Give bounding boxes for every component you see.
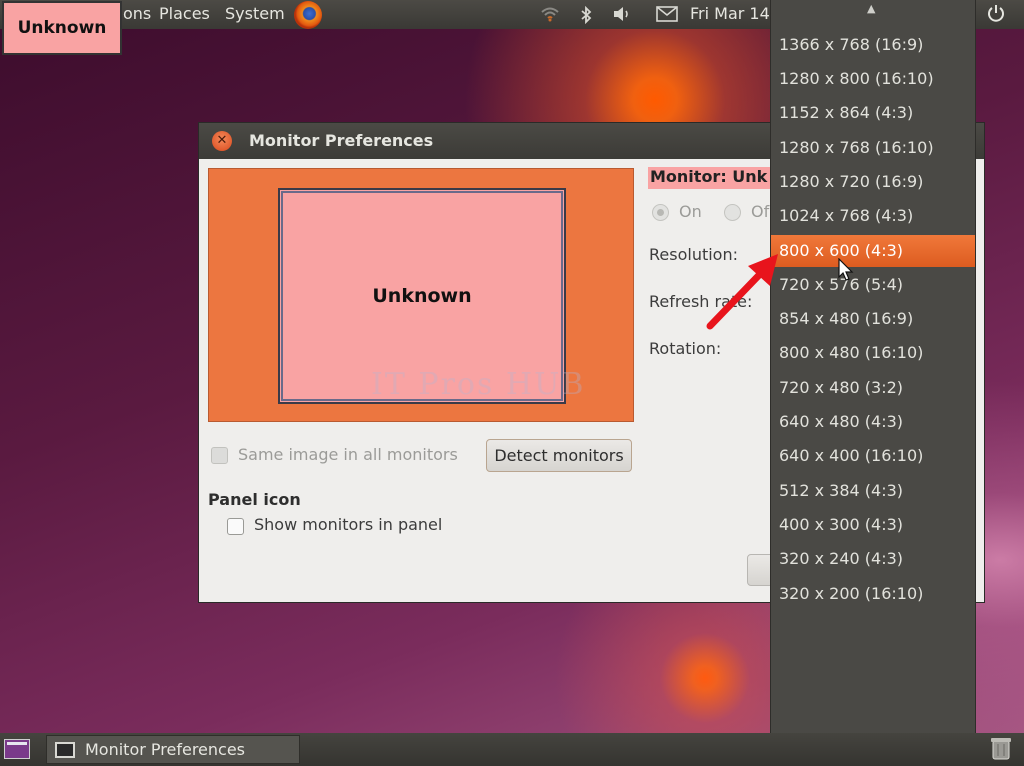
bluetooth-icon[interactable] (580, 5, 592, 28)
resolution-option[interactable]: 720 x 480 (3:2) (771, 372, 975, 404)
menu-applications[interactable]: ons (123, 4, 151, 23)
same-image-label: Same image in all monitors (238, 445, 458, 464)
window-title: Monitor Preferences (249, 131, 434, 150)
resolution-option[interactable]: 320 x 240 (4:3) (771, 543, 975, 575)
resolution-option[interactable]: 320 x 200 (16:10) (771, 578, 975, 610)
resolution-option[interactable]: 640 x 400 (16:10) (771, 440, 975, 472)
bottom-panel: Monitor Preferences (0, 733, 1024, 766)
resolution-option[interactable]: 1280 x 720 (16:9) (771, 166, 975, 198)
monitor-preview-label: Unknown (372, 285, 472, 307)
same-image-checkbox[interactable] (211, 447, 228, 464)
resolution-option[interactable]: 720 x 576 (5:4) (771, 269, 975, 301)
radio-on-label: On (679, 202, 702, 221)
panel-icon-heading: Panel icon (208, 490, 301, 509)
detect-monitors-button[interactable]: Detect monitors (486, 439, 632, 472)
resolution-option[interactable]: 1152 x 864 (4:3) (771, 97, 975, 129)
rotation-label: Rotation: (649, 339, 722, 358)
monitor-name-label: Monitor: Unk (648, 167, 778, 189)
resolution-dropdown-list[interactable]: ▲ 1366 x 768 (16:9) 1280 x 800 (16:10) 1… (770, 0, 976, 766)
radio-off-label: Of (751, 202, 770, 221)
taskbar-item-monitor-preferences[interactable]: Monitor Preferences (46, 735, 300, 764)
scroll-up-icon[interactable]: ▲ (867, 2, 875, 15)
watermark-logo: IT Pros HUB (371, 367, 586, 402)
resolution-option[interactable]: 640 x 480 (4:3) (771, 406, 975, 438)
annotation-arrow-icon (706, 254, 778, 330)
resolution-option[interactable]: 1280 x 800 (16:10) (771, 63, 975, 95)
radio-on[interactable] (652, 204, 669, 221)
show-desktop-icon[interactable] (4, 739, 30, 759)
resolution-option[interactable]: 400 x 300 (4:3) (771, 509, 975, 541)
resolution-option[interactable]: 1366 x 768 (16:9) (771, 29, 975, 61)
volume-icon[interactable] (612, 6, 632, 26)
firefox-icon[interactable] (294, 1, 322, 29)
mail-icon[interactable] (656, 6, 678, 26)
resolution-option[interactable]: 800 x 480 (16:10) (771, 337, 975, 369)
resolution-option[interactable]: 512 x 384 (4:3) (771, 475, 975, 507)
resolution-option[interactable]: 1280 x 768 (16:10) (771, 132, 975, 164)
resolution-option[interactable]: 1024 x 768 (4:3) (771, 200, 975, 232)
panel-clock[interactable]: Fri Mar 14 (690, 4, 770, 23)
power-icon[interactable] (986, 3, 1006, 28)
taskbar-item-label: Monitor Preferences (85, 740, 246, 759)
show-monitors-label: Show monitors in panel (254, 515, 443, 534)
close-icon[interactable]: ✕ (212, 131, 232, 151)
trash-icon[interactable] (990, 736, 1012, 766)
monitor-icon (55, 742, 75, 758)
wifi-icon[interactable] (540, 6, 560, 26)
mouse-pointer-icon (838, 258, 854, 281)
monitor-identify-badge: Unknown (2, 1, 122, 55)
resolution-option[interactable]: 854 x 480 (16:9) (771, 303, 975, 335)
resolution-option-selected[interactable]: 800 x 600 (4:3) (771, 235, 975, 267)
menu-system[interactable]: System (225, 4, 285, 23)
radio-off[interactable] (724, 204, 741, 221)
menu-places[interactable]: Places (159, 4, 210, 23)
show-monitors-checkbox[interactable] (227, 518, 244, 535)
